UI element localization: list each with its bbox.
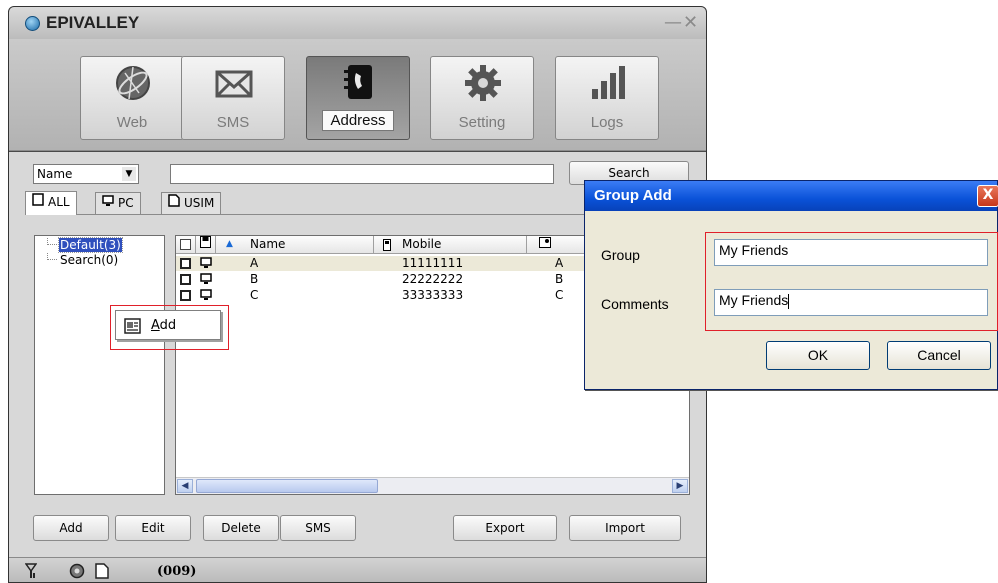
contact-count: (009): [157, 564, 197, 579]
bar-chart-icon: [592, 66, 625, 99]
import-button[interactable]: Import: [569, 515, 681, 541]
row-extra: B: [555, 272, 564, 286]
context-menu: Add: [115, 310, 221, 340]
status-bar: (009): [9, 557, 706, 582]
group-tree[interactable]: Default(3) Search(0): [34, 235, 165, 495]
text-caret: [788, 293, 790, 309]
chevron-down-icon[interactable]: ▼: [122, 167, 136, 181]
tree-item-default[interactable]: Default(3): [47, 237, 123, 253]
globe-icon: [116, 66, 150, 100]
book-icon: [32, 192, 44, 213]
toolbar-setting-label: Setting: [458, 114, 506, 131]
cancel-button[interactable]: Cancel: [887, 341, 991, 370]
select-all-checkbox[interactable]: [176, 236, 196, 254]
monitor-icon: [200, 289, 212, 305]
comments-value: My Friends: [719, 292, 789, 308]
context-menu-add-label: Add: [151, 318, 177, 333]
row-mobile: 33333333: [402, 288, 464, 302]
contact-card-icon: [539, 237, 551, 248]
monitor-icon: [200, 257, 212, 273]
group-add-dialog: Group Add X Group My Friends Comments My…: [584, 180, 998, 390]
tab-all-label: ALL: [48, 195, 70, 209]
row-name: B: [250, 272, 259, 286]
toolbar-sms-label: SMS: [216, 114, 250, 131]
minimize-button[interactable]: —: [664, 12, 682, 33]
horizontal-scrollbar[interactable]: ◀ ▶: [176, 477, 689, 494]
toolbar-address-label: Address: [322, 110, 394, 131]
row-extra: C: [555, 288, 564, 302]
row-checkbox[interactable]: [180, 272, 191, 287]
context-menu-item-add[interactable]: Add: [120, 316, 216, 336]
envelope-icon: [215, 70, 253, 98]
column-name-label: Name: [250, 237, 286, 251]
toolbar-setting-button[interactable]: Setting: [430, 56, 534, 140]
address-book-icon: [344, 65, 372, 99]
tab-pc[interactable]: PC: [95, 192, 141, 214]
sim-card-icon: [168, 193, 180, 214]
column-mobile-label: Mobile: [402, 237, 442, 251]
tab-usim[interactable]: USIM: [161, 192, 222, 214]
add-button[interactable]: Add: [33, 515, 109, 541]
tab-all[interactable]: ALL: [25, 191, 77, 215]
close-button[interactable]: ✕: [683, 12, 698, 33]
toolbar-web-label: Web: [116, 114, 148, 131]
row-checkbox[interactable]: [180, 288, 191, 303]
add-group-icon: [124, 318, 141, 340]
title-bar[interactable]: EPIVALLEY — ✕: [9, 7, 706, 39]
comments-input[interactable]: My Friends: [714, 289, 988, 316]
tab-usim-label: USIM: [184, 196, 215, 210]
main-toolbar: Web SMS Address Setting Logs: [9, 39, 706, 151]
ok-button[interactable]: OK: [766, 341, 870, 370]
storage-column-icon[interactable]: [196, 236, 216, 254]
app-title: EPIVALLEY: [46, 13, 140, 32]
sim-card-icon: [95, 563, 109, 582]
dialog-title: Group Add: [594, 187, 672, 204]
toolbar-sms-button[interactable]: SMS: [181, 56, 285, 140]
column-name[interactable]: ▲ Name: [216, 236, 374, 254]
globe-status-icon: [69, 563, 85, 582]
comments-label: Comments: [601, 296, 669, 312]
toolbar-address-button[interactable]: Address: [306, 56, 410, 140]
scroll-left-arrow-icon[interactable]: ◀: [177, 479, 193, 493]
monitor-icon: [102, 193, 114, 214]
export-button[interactable]: Export: [453, 515, 557, 541]
toolbar-logs-button[interactable]: Logs: [555, 56, 659, 140]
toolbar-web-button[interactable]: Web: [80, 56, 184, 140]
row-checkbox[interactable]: [180, 256, 191, 271]
search-field-select[interactable]: Name ▼: [33, 164, 139, 184]
delete-button[interactable]: Delete: [203, 515, 279, 541]
phone-icon: [383, 239, 391, 256]
group-name-input[interactable]: My Friends: [714, 239, 988, 266]
dialog-close-button[interactable]: X: [977, 185, 998, 207]
tab-pc-label: PC: [118, 196, 134, 210]
monitor-icon: [200, 273, 212, 289]
row-name: C: [250, 288, 259, 302]
tree-item-search[interactable]: Search(0): [47, 253, 119, 267]
scrollbar-thumb[interactable]: [196, 479, 378, 493]
row-mobile: 22222222: [402, 272, 464, 286]
globe-logo-icon: [25, 16, 40, 31]
row-mobile: 11111111: [402, 256, 464, 270]
row-name: A: [250, 256, 259, 270]
search-input[interactable]: [170, 164, 554, 184]
scroll-right-arrow-icon[interactable]: ▶: [672, 479, 688, 493]
toolbar-logs-label: Logs: [590, 114, 624, 131]
column-mobile[interactable]: Mobile: [374, 236, 527, 254]
column-extra[interactable]: [527, 236, 587, 254]
signal-antenna-icon: [24, 563, 38, 582]
sms-button[interactable]: SMS: [280, 515, 356, 541]
gear-icon: [465, 65, 501, 101]
sort-ascending-icon: ▲: [226, 239, 233, 249]
group-label: Group: [601, 247, 640, 263]
search-field-value: Name: [37, 167, 73, 181]
row-extra: A: [555, 256, 564, 270]
dialog-title-bar[interactable]: Group Add X: [585, 181, 998, 211]
edit-button[interactable]: Edit: [115, 515, 191, 541]
